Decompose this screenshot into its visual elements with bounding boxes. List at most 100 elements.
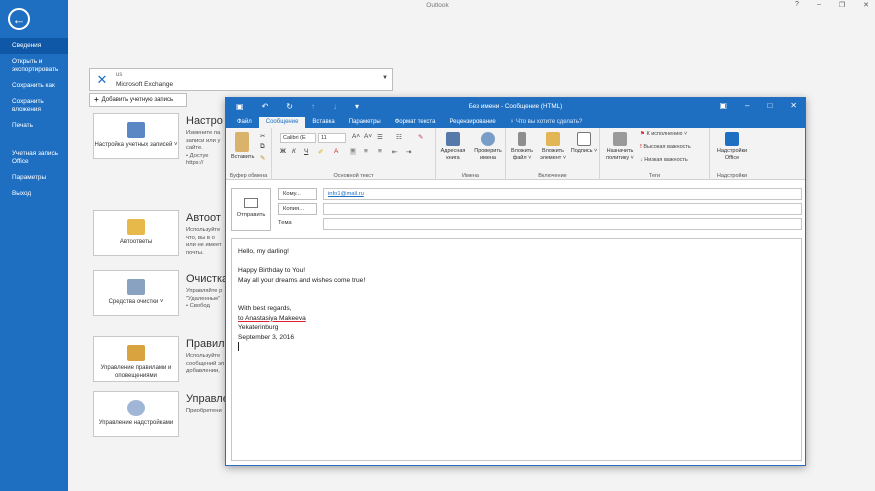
attach-item-button[interactable]: Вложить элемент ˅ [538,132,568,161]
compose-titlebar: ▣ ↶ ↻ ↑ ↓ ▾ Без имени - Сообщение (HTML)… [226,98,805,115]
align-right-icon[interactable]: ≡ [378,148,382,155]
ribbon-display-icon[interactable]: ▣ [719,101,727,110]
cc-button[interactable]: Копия... [278,203,317,215]
body-line: May all your dreams and wishes come true… [238,276,366,284]
account-settings-tile[interactable]: Настройка учетных записей ˅ [93,113,179,159]
cc-field[interactable] [323,203,802,215]
attach-file-button[interactable]: Вложить файл ˅ [508,132,536,161]
cut-icon[interactable]: ✂ [260,132,265,140]
body-line: With best regards, [238,305,292,312]
high-importance-button[interactable]: ! Высокая важность [640,144,691,150]
low-importance-button[interactable]: ↓ Низкая важность [640,157,688,163]
tab-insert[interactable]: Вставка [305,117,341,128]
down-arrow-icon: ↓ [640,157,643,163]
group-include: Вложить файл ˅ Вложить элемент ˅ Подпись… [506,128,600,180]
office-store-icon [725,132,739,146]
bullets-icon[interactable]: ☰ [377,133,383,141]
address-book-button[interactable]: Адресная книга [438,132,468,161]
to-button[interactable]: Кому... [278,188,317,200]
nav-item-info[interactable]: Сведения [0,38,68,54]
window-controls: ? – ❐ ✕ [795,1,869,9]
ribbon-tabs: Файл Сообщение Вставка Параметры Формат … [226,115,805,128]
clear-format-icon[interactable]: ✎ [418,133,423,141]
nav-item-print[interactable]: Печать [0,118,68,134]
tab-message[interactable]: Сообщение [258,117,306,128]
message-header: Отправить Кому... info1@mail.ru Копия...… [226,181,807,236]
office-addins-button[interactable]: Надстройки Office [712,132,752,161]
section-heading-rules: Правила [186,338,231,350]
add-account-button[interactable]: + Добавить учетную запись [89,93,187,107]
copy-icon[interactable]: ⧉ [260,143,265,151]
shrink-font-icon[interactable]: A˅ [364,133,372,140]
nav-item-open-export[interactable]: Открыть и экспортировать [0,54,68,78]
recipient-chip[interactable]: info1@mail.ru [328,191,364,197]
bold-icon[interactable]: Ж [280,148,286,155]
send-envelope-icon [244,198,258,208]
subject-field[interactable] [323,218,802,230]
maximize-icon[interactable]: □ [767,101,772,110]
minimize-icon[interactable]: – [745,101,749,110]
manage-addins-tile[interactable]: Управление надстройками [93,391,179,437]
group-addins: Надстройки Office Надстройки [710,128,754,180]
account-select[interactable]: ✕ us Microsoft Exchange ▼ [89,68,393,91]
numbering-icon[interactable]: ☷ [396,133,402,141]
policy-icon [613,132,627,146]
tab-options[interactable]: Параметры [342,117,388,128]
font-color-icon[interactable]: A [334,148,338,155]
to-field[interactable]: info1@mail.ru [323,188,802,200]
group-tags: Назначить политику ˅ ⚑ К исполнению ˅ ! … [600,128,710,180]
cleanup-icon [127,279,145,295]
format-painter-icon[interactable]: ✎ [260,154,265,162]
help-icon[interactable]: ? [795,1,799,9]
tile-label: Управление правилами и оповещениями [100,365,172,379]
close-icon[interactable]: ✕ [863,1,869,9]
font-name-select[interactable]: Calibri (E [280,133,316,143]
tab-file[interactable]: Файл [230,117,259,128]
decrease-indent-icon[interactable]: ⇤ [392,148,397,156]
auto-replies-tile[interactable]: Автоответы [93,210,179,256]
chevron-down-icon: ▼ [382,75,388,81]
signature-button[interactable]: Подпись ˅ [570,132,598,155]
tile-label: Средства очистки ˅ [108,299,164,305]
highlight-icon[interactable]: ✐ [318,148,323,156]
restore-icon[interactable]: ❐ [839,1,845,9]
close-icon[interactable]: ✕ [790,101,797,110]
nav-item-exit[interactable]: Выход [0,186,68,202]
section-text-account: Измените па записи или у сайте. • Достуе… [186,130,221,166]
font-size-select[interactable]: 11 [318,133,346,143]
nav-item-office-account[interactable]: Учетная запись Office [0,146,68,170]
increase-indent-icon[interactable]: ⇥ [406,148,411,156]
exclamation-icon: ! [640,144,642,150]
tab-format-text[interactable]: Формат текста [388,117,443,128]
paste-button[interactable]: Вставить [231,132,254,161]
send-button[interactable]: Отправить [231,188,271,231]
nav-item-save-as[interactable]: Сохранить как [0,78,68,94]
underline-icon[interactable]: Ч [304,148,308,155]
italic-icon[interactable]: К [292,148,296,155]
body-line: Hello, my darling! [238,248,289,255]
section-heading-autoreply: Автоот [186,212,221,224]
add-account-label: Добавить учетную запись [101,97,174,103]
align-center-icon[interactable]: ≡ [364,148,368,155]
group-label: Буфер обмена [229,173,268,179]
subject-label: Тема [278,220,292,226]
message-body[interactable]: Hello, my darling! Happy Birthday to You… [231,238,802,461]
follow-up-button[interactable]: ⚑ К исполнению ˅ [640,131,687,137]
nav-item-options[interactable]: Параметры [0,170,68,186]
compose-window: ▣ ↶ ↻ ↑ ↓ ▾ Без имени - Сообщение (HTML)… [225,97,806,466]
back-arrow-icon[interactable]: ← [8,8,30,30]
assign-policy-button[interactable]: Назначить политику ˅ [602,132,638,161]
minimize-icon[interactable]: – [817,1,821,9]
cleanup-tools-tile[interactable]: Средства очистки ˅ [93,270,179,316]
rules-alerts-tile[interactable]: Управление правилами и оповещениями [93,336,179,382]
check-names-button[interactable]: Проверить имена [472,132,504,161]
body-line: September 3, 2016 [238,333,295,341]
grow-font-icon[interactable]: A˄ [352,133,360,140]
section-heading-addins: Управле [186,393,229,405]
ribbon: Вставить ✂ ⧉ ✎ Буфер обмена Calibri (E 1… [226,128,805,180]
account-type: Microsoft Exchange [116,81,174,88]
tab-review[interactable]: Рецензирование [442,117,502,128]
align-left-icon[interactable]: ≡ [350,148,356,155]
nav-item-save-attachments[interactable]: Сохранить вложения [0,94,68,118]
tell-me-box[interactable]: ♀ Что вы хотите сделать? [503,117,590,128]
